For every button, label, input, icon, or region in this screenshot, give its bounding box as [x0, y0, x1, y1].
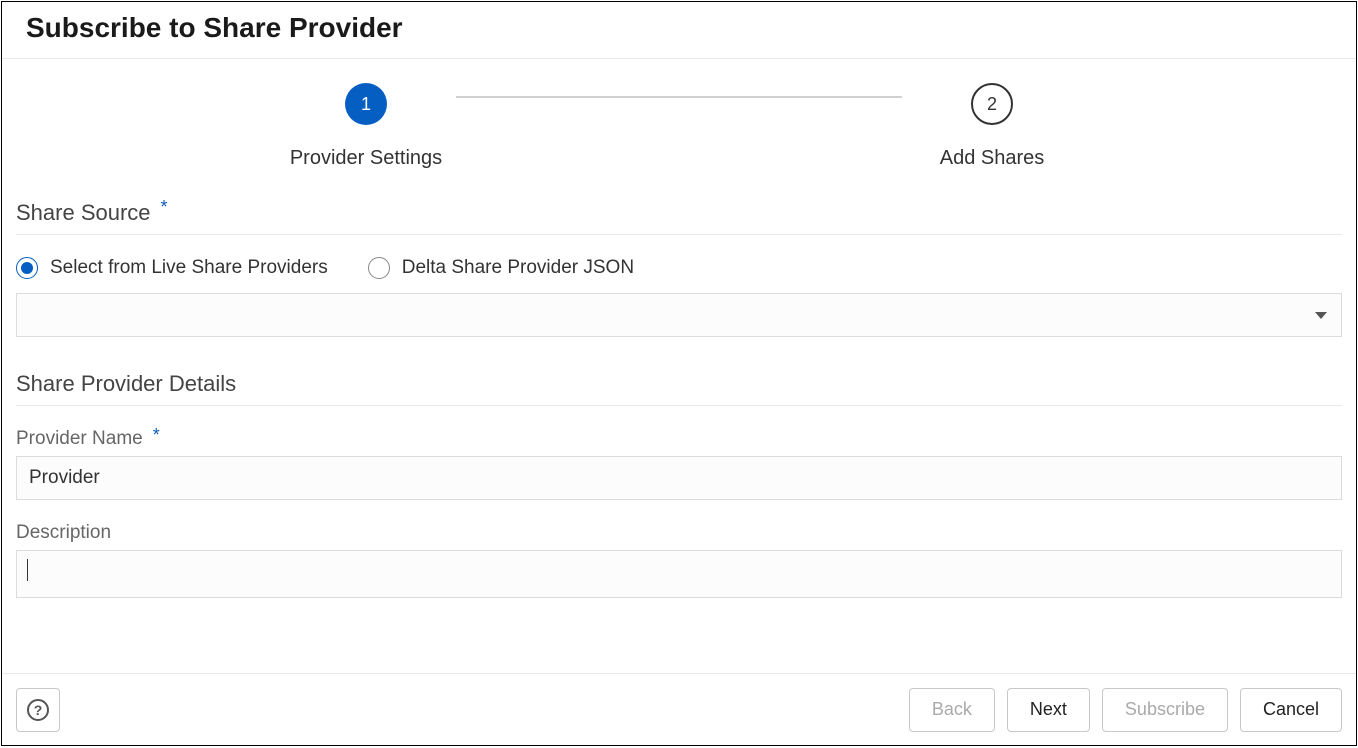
provider-details-title-text: Share Provider Details	[16, 371, 236, 397]
provider-details-title: Share Provider Details	[16, 371, 1342, 406]
step-2-label: Add Shares	[940, 147, 1045, 170]
dialog-body: 1 Provider Settings 2 Add Shares Share S…	[2, 59, 1356, 673]
next-button[interactable]: Next	[1007, 688, 1090, 732]
dialog-header: Subscribe to Share Provider	[2, 2, 1356, 59]
description-input[interactable]	[16, 550, 1342, 598]
step-1-circle: 1	[345, 83, 387, 125]
required-asterisk-icon: *	[153, 426, 160, 444]
dialog-title: Subscribe to Share Provider	[26, 12, 1332, 44]
step-connector	[456, 96, 902, 98]
step-1-number: 1	[361, 94, 371, 115]
dialog-footer: ? Back Next Subscribe Cancel	[2, 673, 1356, 745]
share-source-title: Share Source *	[16, 200, 1342, 235]
subscribe-button[interactable]: Subscribe	[1102, 688, 1228, 732]
description-label-text: Description	[16, 522, 111, 544]
cancel-button[interactable]: Cancel	[1240, 688, 1342, 732]
radio-live-label: Select from Live Share Providers	[50, 257, 328, 279]
share-provider-dropdown[interactable]	[16, 293, 1342, 337]
provider-name-label: Provider Name *	[16, 428, 1342, 450]
subscribe-dialog: Subscribe to Share Provider 1 Provider S…	[1, 1, 1357, 746]
required-asterisk-icon: *	[161, 198, 168, 216]
description-label: Description	[16, 522, 1342, 544]
radio-unselected-icon	[368, 257, 390, 279]
back-button[interactable]: Back	[909, 688, 995, 732]
wizard-stepper: 1 Provider Settings 2 Add Shares	[16, 83, 1342, 200]
chevron-down-icon	[1315, 312, 1327, 319]
share-source-radio-group: Select from Live Share Providers Delta S…	[16, 235, 1342, 293]
provider-name-label-text: Provider Name	[16, 428, 143, 450]
help-icon: ?	[27, 699, 49, 721]
radio-dot-icon	[21, 262, 33, 274]
step-1-label: Provider Settings	[290, 147, 442, 170]
share-source-title-text: Share Source	[16, 200, 151, 226]
step-add-shares[interactable]: 2 Add Shares	[902, 83, 1082, 170]
help-button[interactable]: ?	[16, 688, 60, 732]
provider-name-input[interactable]	[16, 456, 1342, 500]
radio-selected-icon	[16, 257, 38, 279]
step-2-circle: 2	[971, 83, 1013, 125]
radio-delta-json[interactable]: Delta Share Provider JSON	[368, 257, 634, 279]
radio-live-share-providers[interactable]: Select from Live Share Providers	[16, 257, 328, 279]
step-2-number: 2	[987, 94, 997, 115]
step-provider-settings[interactable]: 1 Provider Settings	[276, 83, 456, 170]
radio-delta-label: Delta Share Provider JSON	[402, 257, 634, 279]
